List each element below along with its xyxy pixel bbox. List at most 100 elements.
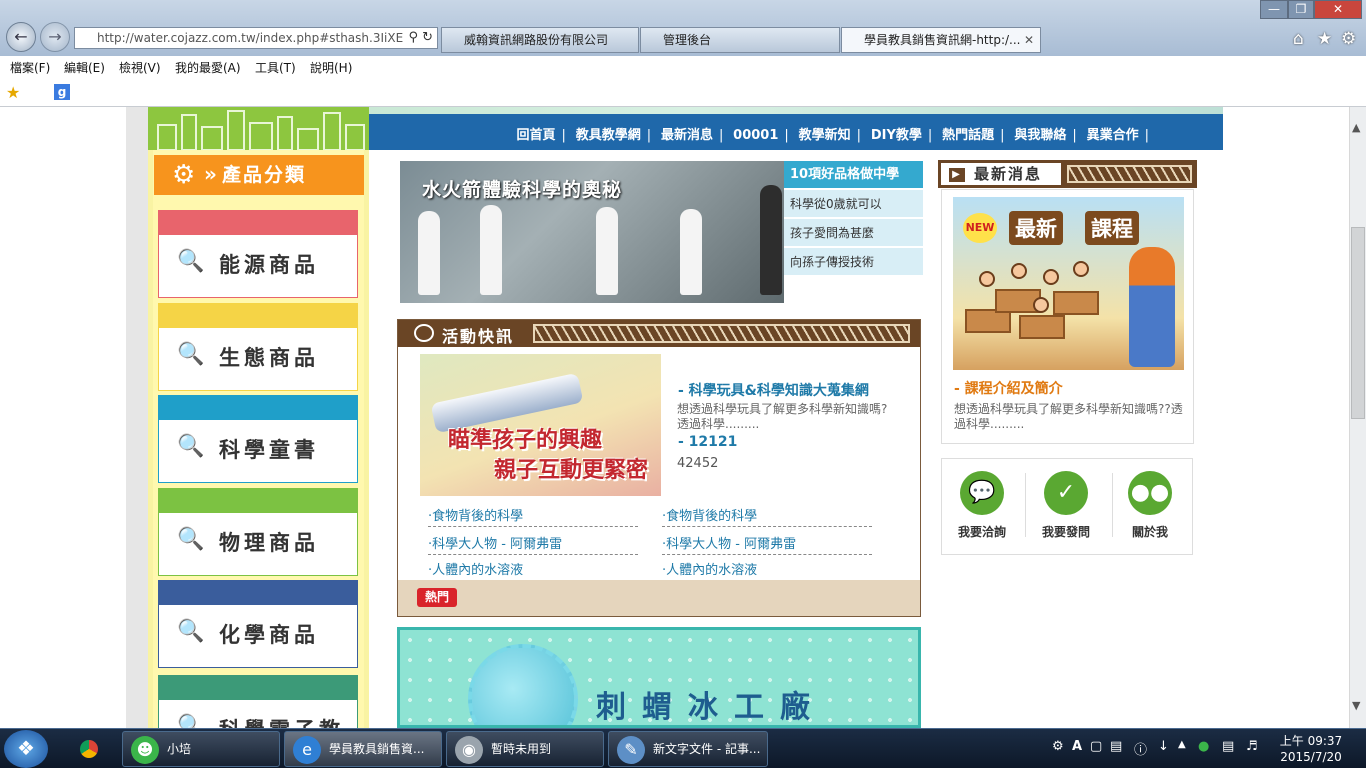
tab-sales-site[interactable]: 學員教具銷售資訊網-http:/... ✕ [841,27,1041,53]
gear-icon[interactable]: ⚙ [1341,29,1356,49]
search-refresh-icon[interactable]: ⚲ ↻ [408,28,433,48]
category-physics[interactable]: 🔍 物理商品 [158,488,358,576]
menu-file[interactable]: 檔案(F) [10,59,50,76]
slider-topic[interactable]: 科學從0歲就可以 [784,190,923,218]
scroll-up-icon[interactable]: ▲ [1352,121,1360,134]
notepad-icon: ✎ [617,736,645,764]
help-icon[interactable]: ⓘ [1134,739,1147,758]
nav-hot-topics[interactable]: 熱門話題 [942,128,994,143]
system-clock[interactable]: 上午 09:37 2015/7/20 [1278,733,1344,765]
activity-link[interactable]: ·人體內的水溶液 [662,559,872,580]
ask-question-button[interactable]: ✓ 我要發問 [1026,471,1106,546]
activity-link[interactable]: ·科學大人物 - 阿爾弗雷 [662,533,872,555]
address-bar[interactable]: http://water.cojazz.com.tw/index.php#sth… [74,27,438,49]
tab-label: 威翰資訊網路股份有限公司 [464,33,609,47]
category-color-strip [159,396,357,420]
child-figure [979,271,995,287]
about-me-button[interactable]: ●● 關於我 [1110,471,1190,546]
slider-topic[interactable]: 10項好品格做中學 [784,161,923,189]
keyboard-icon[interactable]: ▤ [1110,739,1122,754]
volume-muted-icon[interactable]: ♬ [1246,739,1258,754]
close-button[interactable]: ✕ [1314,0,1362,19]
activity-item-title[interactable]: - 12121 [678,434,737,450]
tab-admin[interactable]: 管理後台 [640,27,840,53]
minimize-button[interactable]: — [1260,0,1288,19]
tray-menu-icon[interactable]: ↓ [1158,739,1169,754]
chrome-pinned-icon[interactable] [74,734,104,764]
inquiry-button[interactable]: 💬 我要洽詢 [942,471,1022,546]
font-size-icon[interactable]: A [1072,739,1082,754]
taskbar-label: 小培 [167,742,192,756]
scroll-down-icon[interactable]: ▼ [1352,699,1360,712]
menu-view[interactable]: 檢視(V) [119,59,161,76]
hero-slider[interactable]: 水火箭體驗科學的奧秘 [400,161,784,303]
fullwidth-icon[interactable]: ▢ [1090,739,1102,754]
home-icon[interactable]: ⌂ [1293,29,1304,49]
tab-company[interactable]: 威翰資訊網路股份有限公司 [441,27,639,53]
start-button[interactable]: ❖ [4,730,48,768]
ie-icon: e [293,736,321,764]
category-electronics[interactable]: 🔍 科學電子教學 [158,675,358,728]
category-ecology[interactable]: 🔍 生態商品 [158,303,358,391]
gear-icon: ⚙ [172,160,198,190]
menu-edit[interactable]: 編輯(E) [64,59,105,76]
favorites-star-icon[interactable]: ★ [1317,29,1332,49]
activity-link[interactable]: ·食物背後的科學 [428,505,638,527]
back-button[interactable]: ← [6,22,36,52]
activity-image[interactable]: 瞄準孩子的興趣 親子互動更緊密 [420,354,661,496]
google-icon[interactable]: g [54,84,70,100]
category-energy[interactable]: 🔍 能源商品 [158,210,358,298]
forward-button[interactable]: → [40,22,70,52]
hot-badge[interactable]: 熱門 [417,588,457,607]
activity-link[interactable]: ·人體內的水溶液 [428,559,638,580]
taskbar-notepad[interactable]: ✎ 新文字文件 - 記事... [608,731,768,767]
tab-close-icon[interactable]: ✕ [1024,28,1034,52]
menu-bar: 檔案(F) 編輯(E) 檢視(V) 我的最愛(A) 工具(T) 說明(H) [0,56,1366,80]
menu-favorites[interactable]: 我的最愛(A) [175,59,241,76]
child-figure [1073,261,1089,277]
nav-teaching[interactable]: 教具教學網 [576,128,641,143]
slider-topic[interactable]: 孩子愛問為甚麼 [784,219,923,247]
nav-home[interactable]: 回首頁 [516,128,555,143]
image-line: 瞄準孩子的興趣 [448,428,603,453]
news-title-box: ▶ 最新消息 [939,161,1063,187]
input-method-icon[interactable]: ⚙ [1052,739,1064,754]
maximize-button[interactable]: ❐ [1288,0,1314,19]
activity-link[interactable]: ·食物背後的科學 [662,505,872,527]
lightbulb-icon: ✓ [1044,471,1088,515]
nav-news[interactable]: 最新消息 [661,128,713,143]
category-chemistry[interactable]: 🔍 化學商品 [158,580,358,668]
taskbar-disc-app[interactable]: ◉ 暫時未用到 [446,731,604,767]
taskbar-line-app[interactable]: ☻ 小培 [122,731,280,767]
child-figure [1043,269,1059,285]
nav-00001[interactable]: 00001 [733,128,778,143]
activity-image-text: 瞄準孩子的興趣 親子互動更緊密 [448,426,648,486]
nav-knowledge[interactable]: 教學新知 [799,128,851,143]
add-favorite-icon[interactable]: ★ [6,83,20,102]
vertical-scrollbar[interactable]: ▲ ▼ [1349,107,1366,728]
nav-partners[interactable]: 異業合作 [1087,128,1139,143]
city-skyline-icon [157,110,365,150]
category-label: 生態商品 [219,346,319,370]
tray-expand-icon[interactable]: ▲ [1178,739,1186,750]
news-image[interactable]: NEW 最新 課程 [953,197,1184,370]
disc-icon: ◉ [455,736,483,764]
menu-tools[interactable]: 工具(T) [255,59,296,76]
slider-topic[interactable]: 向孫子傳授技術 [784,248,923,276]
nav-diy[interactable]: DIY教學 [871,128,922,143]
line-tray-icon[interactable]: ● [1198,739,1209,754]
menu-help[interactable]: 說明(H) [310,59,352,76]
network-icon[interactable]: ▤ [1222,739,1234,754]
category-science-books[interactable]: 🔍 科學童書 [158,395,358,483]
news-item-title[interactable]: - 課程介紹及簡介 [954,378,1063,398]
activity-item-title[interactable]: - 科學玩具&科學知識大蒐集網 [678,380,869,400]
taskbar-ie-window[interactable]: e 學員教具銷售資... [284,731,442,767]
quick-label: 我要發問 [1041,525,1090,539]
ice-factory-banner[interactable]: 刺蝟冰工廠 [397,627,921,728]
news-item-desc: 想透過科學玩具了解更多科學新知識嗎??透過科學......... [954,402,1183,431]
desk-shape [1053,291,1099,315]
activity-link[interactable]: ·科學大人物 - 阿爾弗雷 [428,533,638,555]
top-navigation: 回首頁 | 教具教學網 | 最新消息 | 00001 | 教學新知 | DIY教學 | 熱門… [369,114,1223,150]
scroll-thumb[interactable] [1351,227,1365,419]
nav-contact[interactable]: 與我聯絡 [1014,128,1066,143]
